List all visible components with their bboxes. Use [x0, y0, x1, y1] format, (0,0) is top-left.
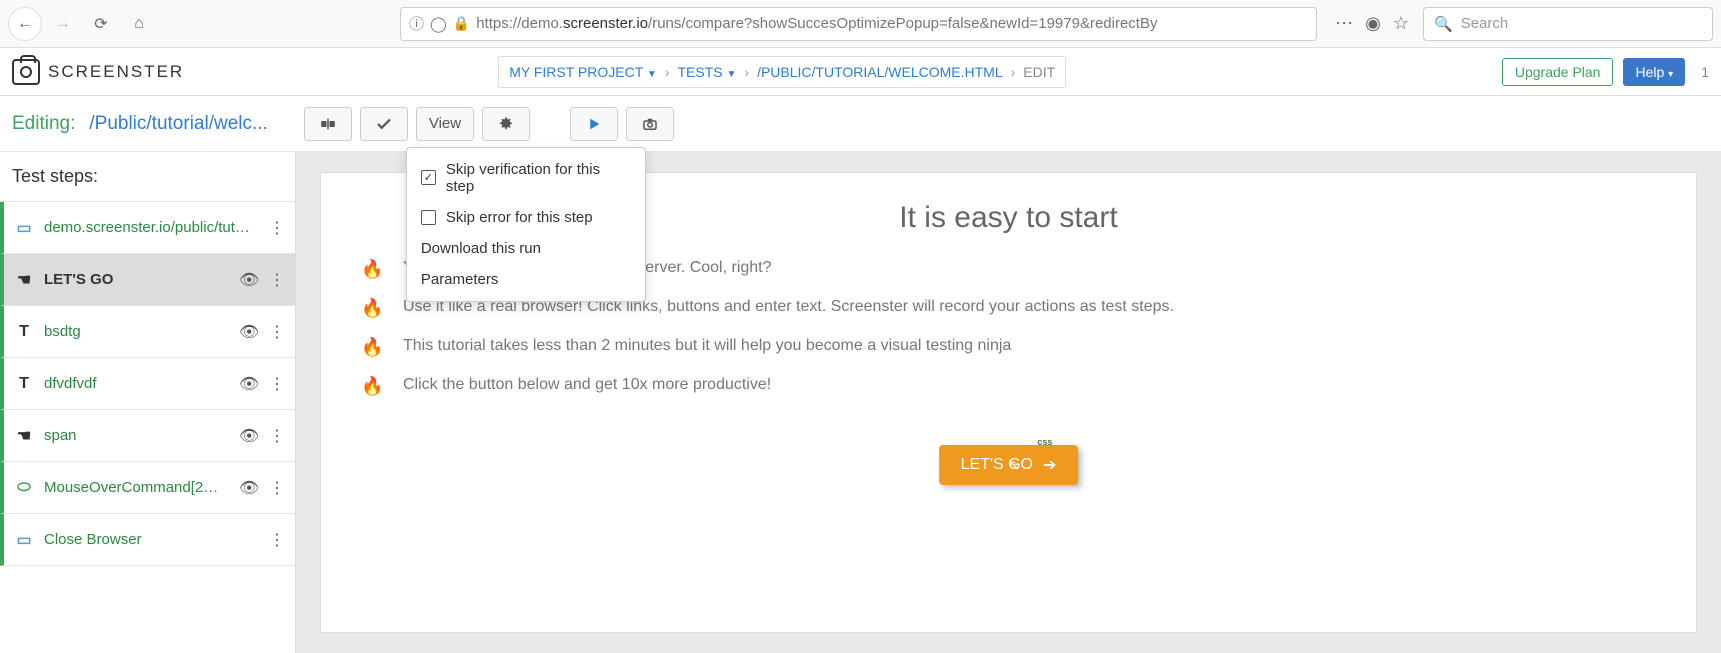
url-text: https://demo.screenster.io/runs/compare?… [476, 15, 1157, 32]
step-row[interactable]: T bsdtg 👁 ⋮ [0, 306, 295, 358]
eye-icon[interactable]: 👁 [239, 478, 257, 498]
preview-line: 🔥Click the button below and get 10x more… [361, 376, 1656, 397]
step-row[interactable]: ▭ Close Browser ⋮ [0, 514, 295, 566]
upgrade-plan-button[interactable]: Upgrade Plan [1502, 58, 1614, 86]
arrow-right-icon: ➔ [1043, 455, 1056, 475]
preview-line: 🔥This tutorial takes less than 2 minutes… [361, 337, 1656, 358]
search-icon: 🔍 [1434, 15, 1453, 33]
breadcrumb-mode: EDIT [1023, 64, 1055, 80]
step-row[interactable]: ▭ demo.screenster.io/public/tut… ⋮ [0, 202, 295, 254]
sidebar-title: Test steps: [0, 152, 295, 202]
step-label: MouseOverCommand[2… [44, 479, 229, 496]
editing-label: Editing: [12, 113, 75, 135]
step-row[interactable]: T dfvdfvdf 👁 ⋮ [0, 358, 295, 410]
logo[interactable]: SCREENSTER [12, 59, 184, 85]
checkbox-checked-icon: ✓ [421, 170, 436, 185]
lock-icon: 🔒 [453, 15, 470, 32]
more-icon[interactable]: ⋮ [269, 270, 285, 290]
reload-button[interactable]: ⟳ [84, 7, 118, 41]
settings-button[interactable] [482, 107, 530, 141]
breadcrumb-tests[interactable]: TESTS ▼ [677, 64, 736, 80]
chrome-actions: ⋯ ◉ ☆ [1325, 13, 1419, 34]
text-icon: T [14, 375, 34, 393]
browser-icon: ▭ [14, 218, 34, 238]
step-row[interactable]: ☚ span 👁 ⋮ [0, 410, 295, 462]
browser-chrome: ← → ⟳ ⌂ ⓘ ◯ 🔒 https://demo.screenster.io… [0, 0, 1721, 48]
main: Test steps: ▭ demo.screenster.io/public/… [0, 152, 1721, 653]
info-icon: ⓘ [409, 13, 424, 34]
logo-icon [12, 59, 40, 85]
help-button[interactable]: Help ▾ [1623, 58, 1685, 86]
play-button[interactable] [570, 107, 618, 141]
app-header: SCREENSTER MY FIRST PROJECT ▼ › TESTS ▼ … [0, 48, 1721, 96]
fire-icon: 🔥 [361, 259, 379, 280]
search-placeholder: Search [1461, 15, 1509, 32]
step-label: LET'S GO [44, 271, 229, 288]
pocket-icon[interactable]: ◉ [1365, 13, 1381, 34]
menu-parameters[interactable]: Parameters [407, 264, 645, 295]
more-icon[interactable]: ⋮ [269, 218, 285, 238]
search-bar[interactable]: 🔍 Search [1423, 7, 1713, 41]
toolbar: Editing: /Public/tutorial/welc... View ✓… [0, 96, 1721, 152]
compare-button[interactable] [304, 107, 352, 141]
more-icon[interactable]: ⋮ [269, 530, 285, 550]
pointer-icon: ☚ [14, 426, 34, 446]
fire-icon: 🔥 [361, 376, 379, 397]
step-label: span [44, 427, 229, 444]
step-label: bsdtg [44, 323, 229, 340]
step-label: dfvdfvdf [44, 375, 229, 392]
menu-skip-verification[interactable]: ✓ Skip verification for this step [407, 154, 645, 202]
settings-dropdown: ✓ Skip verification for this step Skip e… [406, 147, 646, 302]
view-button[interactable]: View [416, 107, 474, 141]
more-icon[interactable]: ⋮ [269, 374, 285, 394]
more-icon[interactable]: ⋮ [269, 322, 285, 342]
lets-go-button[interactable]: LET'S GO ➔ [939, 445, 1079, 485]
eye-icon[interactable]: 👁 [239, 426, 257, 446]
text-icon: T [14, 323, 34, 341]
breadcrumb-path[interactable]: /PUBLIC/TUTORIAL/WELCOME.HTML [757, 64, 1003, 80]
more-icon[interactable]: ⋮ [269, 478, 285, 498]
menu-skip-error[interactable]: Skip error for this step [407, 202, 645, 233]
step-label: demo.screenster.io/public/tut… [44, 219, 259, 236]
breadcrumb-project[interactable]: MY FIRST PROJECT ▼ [509, 64, 657, 80]
logo-text: SCREENSTER [48, 62, 184, 82]
approve-button[interactable] [360, 107, 408, 141]
more-icon[interactable]: ⋮ [269, 426, 285, 446]
forward-button[interactable]: → [46, 7, 80, 41]
css-badge: css [1037, 437, 1052, 447]
screenshot-button[interactable] [626, 107, 674, 141]
header-count: 1 [1695, 64, 1709, 80]
more-icon[interactable]: ⋯ [1335, 13, 1353, 34]
browser-icon: ▭ [14, 530, 34, 550]
step-row[interactable]: ⬭ MouseOverCommand[2… 👁 ⋮ [0, 462, 295, 514]
eye-icon[interactable]: 👁 [239, 322, 257, 342]
fire-icon: 🔥 [361, 298, 379, 319]
star-icon[interactable]: ☆ [1393, 13, 1409, 34]
step-label: Close Browser [44, 531, 259, 548]
eye-icon[interactable]: 👁 [239, 374, 257, 394]
url-bar[interactable]: ⓘ ◯ 🔒 https://demo.screenster.io/runs/co… [400, 7, 1317, 41]
eye-icon[interactable]: 👁 [239, 270, 257, 290]
shield-icon: ◯ [430, 15, 447, 33]
editing-path: /Public/tutorial/welc... [89, 113, 267, 135]
checkbox-unchecked-icon [421, 210, 436, 225]
fire-icon: 🔥 [361, 337, 379, 358]
back-button[interactable]: ← [8, 7, 42, 41]
sidebar: Test steps: ▭ demo.screenster.io/public/… [0, 152, 296, 653]
mouse-icon: ⬭ [14, 479, 34, 497]
home-button[interactable]: ⌂ [122, 7, 156, 41]
breadcrumb: MY FIRST PROJECT ▼ › TESTS ▼ › /PUBLIC/T… [498, 56, 1066, 88]
pointer-icon: ☚ [14, 270, 34, 290]
step-row[interactable]: ☚ LET'S GO 👁 ⋮ [0, 254, 295, 306]
menu-download-run[interactable]: Download this run [407, 233, 645, 264]
